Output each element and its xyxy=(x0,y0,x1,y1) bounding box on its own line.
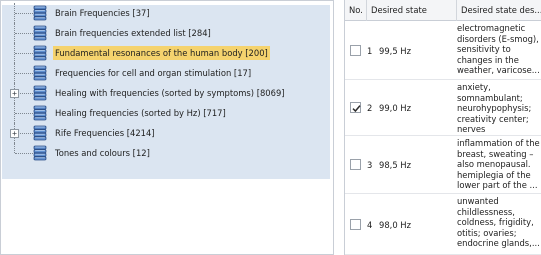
grid-panel: No. Desired state Desired state des... 1… xyxy=(344,0,541,255)
cell-number: 2 xyxy=(367,103,373,113)
tree-connector-line xyxy=(15,153,33,154)
tree-connector-line xyxy=(15,73,33,74)
tree-item[interactable]: Tones and colours [12] xyxy=(1,143,331,163)
table-row[interactable]: 4 98,0 Hz unwanted childlessness, coldness… xyxy=(345,194,541,255)
tree-connector-line xyxy=(15,33,33,34)
tree-item-label[interactable]: Brain frequencies extended list [284] xyxy=(53,26,213,40)
tree-connector-line xyxy=(15,113,33,114)
row-checkbox[interactable] xyxy=(350,159,361,170)
tree-item-label[interactable]: Fundamental resonances of the human body… xyxy=(53,46,270,60)
tree-item[interactable]: Frequencies for cell and organ stimulati… xyxy=(1,63,331,83)
database-icon xyxy=(33,25,47,41)
cell-desired-state: 98,0 Hz xyxy=(379,220,412,230)
checkmark-icon xyxy=(352,105,361,113)
cell-number: 3 xyxy=(367,160,373,170)
column-header-desired-state[interactable]: Desired state xyxy=(367,0,457,21)
database-icon xyxy=(33,65,47,81)
database-icon xyxy=(33,145,47,161)
row-checkbox[interactable] xyxy=(350,45,361,56)
tree-connector-line xyxy=(14,143,15,153)
table-row[interactable]: 3 98,5 Hz inflammation of the breast, swea… xyxy=(345,136,541,194)
cell-desired-state: 99,0 Hz xyxy=(379,103,412,113)
tree-connector-line xyxy=(15,53,33,54)
tree-item-label[interactable]: Tones and colours [12] xyxy=(53,146,152,160)
database-icon xyxy=(33,105,47,121)
database-icon xyxy=(33,85,47,101)
cell-desired-state: 99,5 Hz xyxy=(379,46,412,56)
tree-item-label[interactable]: Rife Frequencies [4214] xyxy=(53,126,157,140)
column-header-desired-state-description[interactable]: Desired state des... xyxy=(457,0,541,21)
cell-description: electromagnetic disorders (E-smog), sens… xyxy=(457,23,540,75)
cell-desired-state: 98,5 Hz xyxy=(379,160,412,170)
row-checkbox[interactable] xyxy=(350,102,361,113)
database-icon xyxy=(33,45,47,61)
tree-item[interactable]: Fundamental resonances of the human body… xyxy=(1,43,331,63)
column-header-no[interactable]: No. xyxy=(345,0,367,21)
tree-connector-line xyxy=(15,13,33,14)
grid-header: No. Desired state Desired state des... xyxy=(345,0,541,21)
tree-item-label[interactable]: Healing frequencies (sorted by Hz) [717] xyxy=(53,106,228,120)
database-icon xyxy=(33,125,47,141)
tree-item[interactable]: + Healing with frequencies (sorted by sym… xyxy=(1,83,331,103)
tree-item-label[interactable]: Frequencies for cell and organ stimulati… xyxy=(53,66,253,80)
cell-description: unwanted childlessness, coldness, frigid… xyxy=(457,196,540,248)
tree-item[interactable]: Healing frequencies (sorted by Hz) [717] xyxy=(1,103,331,123)
cell-number: 4 xyxy=(367,220,373,230)
row-checkbox[interactable] xyxy=(350,219,361,230)
table-row[interactable]: 2 99,0 Hz anxiety, somnambulant; neurohypo… xyxy=(345,80,541,136)
cell-description: inflammation of the breast, sweating – a… xyxy=(457,138,540,190)
tree-item[interactable]: + Rife Frequencies [4214] xyxy=(1,123,331,143)
tree-item-label[interactable]: Brain Frequencies [37] xyxy=(53,6,152,20)
expand-plus-icon[interactable]: + xyxy=(10,129,19,138)
cell-number: 1 xyxy=(367,46,373,56)
tree-item[interactable]: Brain Frequencies [37] xyxy=(1,3,331,23)
tree-item[interactable]: Brain frequencies extended list [284] xyxy=(1,23,331,43)
cell-description: anxiety, somnambulant; neurohypophysis; … xyxy=(457,82,532,134)
database-icon xyxy=(33,5,47,21)
tree-item-label[interactable]: Healing with frequencies (sorted by symp… xyxy=(53,86,287,100)
tree-panel: Brain Frequencies [37] Brain frequencies … xyxy=(0,0,334,255)
expand-plus-icon[interactable]: + xyxy=(10,89,19,98)
table-row[interactable]: 1 99,5 Hz electromagnetic disorders (E-smo… xyxy=(345,21,541,80)
